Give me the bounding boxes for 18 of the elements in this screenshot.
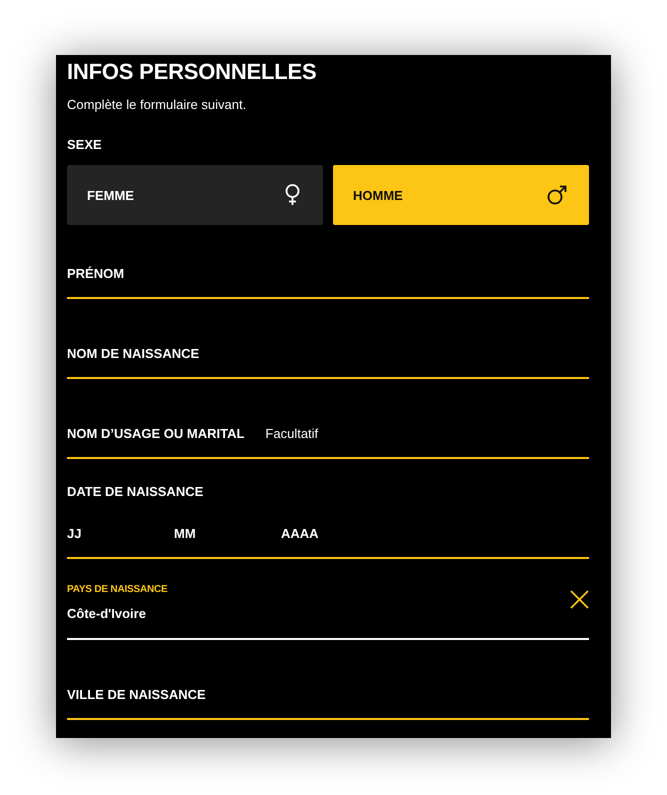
- male-symbol-icon: [547, 185, 567, 205]
- gender-option-button[interactable]: FEMME: [67, 165, 323, 225]
- female-symbol-icon: [284, 184, 301, 206]
- select-field[interactable]: PAYS DE NAISSANCE Côte-d'Ivoire: [67, 583, 589, 640]
- date-part-input[interactable]: AAAA: [281, 524, 388, 542]
- text-field[interactable]: NOM D’USAGE OU MARITAL Facultatif: [67, 403, 589, 459]
- date-part-input[interactable]: JJ: [67, 524, 174, 542]
- text-field[interactable]: PRÉNOM: [67, 243, 589, 299]
- text-field[interactable]: VILLE DE NAISSANCE: [67, 664, 589, 720]
- subtitle: Complète le formulaire suivant.: [67, 96, 248, 114]
- date-field[interactable]: JJ MM AAAA: [67, 501, 589, 559]
- gender-option-button[interactable]: HOMME: [333, 165, 589, 225]
- text-field[interactable]: NOM DE NAISSANCE: [67, 323, 589, 379]
- field-label: DATE DE NAISSANCE: [67, 483, 204, 501]
- field-label: SEXE: [67, 136, 102, 154]
- page-title: INFOS PERSONNELLES: [67, 58, 318, 86]
- date-part-input[interactable]: MM: [174, 524, 281, 542]
- close-icon[interactable]: [570, 590, 589, 608]
